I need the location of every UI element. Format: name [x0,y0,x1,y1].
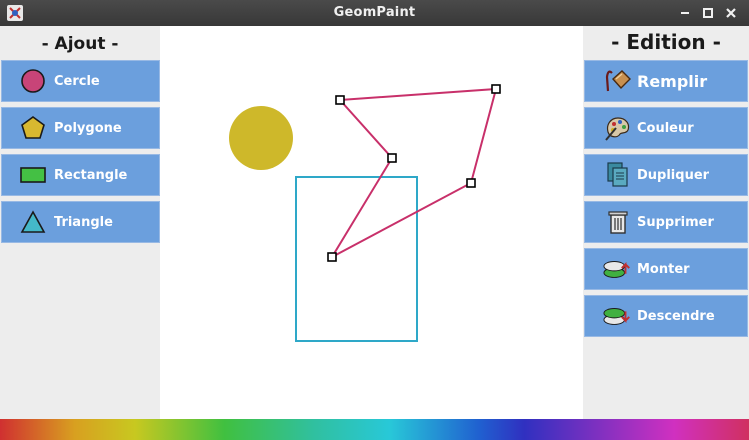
add-polygon-button[interactable]: Polygone [1,107,160,149]
send-down-button[interactable]: Descendre [584,295,748,337]
add-rectangle-button[interactable]: Rectangle [1,154,160,196]
delete-label: Supprimer [637,214,714,230]
paint-bucket-icon [603,66,633,96]
window-title: GeomPaint [333,5,416,20]
trash-icon [603,207,633,237]
title-bar: GeomPaint [0,0,749,26]
add-circle-label: Cercle [54,73,100,89]
duplicate-button[interactable]: Dupliquer [584,154,748,196]
circle-icon [18,66,48,96]
triangle-icon [18,207,48,237]
add-triangle-button[interactable]: Triangle [1,201,160,243]
edit-panel-heading: - Edition - [611,30,721,54]
selection-handle [327,252,337,262]
add-polygon-label: Polygone [54,120,122,136]
canvas-polygon[interactable] [329,87,498,260]
fill-button[interactable]: Remplir [584,60,748,102]
add-triangle-label: Triangle [54,214,113,230]
canvas-rectangle[interactable] [295,176,418,342]
rectangle-icon [18,160,48,190]
add-rectangle-label: Rectangle [54,167,128,183]
fill-label: Remplir [637,71,708,91]
maximize-icon[interactable] [699,4,717,22]
selection-handle [335,95,345,105]
palette-icon [603,113,633,143]
bring-up-button[interactable]: Monter [584,248,748,290]
color-palette-bar[interactable] [0,419,749,440]
duplicate-label: Dupliquer [637,167,710,183]
selection-handle [466,178,476,188]
duplicate-icon [603,160,633,190]
bring-up-icon [603,254,633,284]
add-panel-heading: - Ajout - [41,34,119,54]
minimize-icon[interactable] [676,4,694,22]
bring-up-label: Monter [637,261,690,277]
color-label: Couleur [637,120,694,136]
selection-handle [491,84,501,94]
send-down-label: Descendre [637,308,715,324]
drawing-canvas[interactable] [160,26,583,419]
color-button[interactable]: Couleur [584,107,748,149]
selection-handle [387,153,397,163]
add-panel: - Ajout - Cercle Polygone Rectangle Tria… [0,26,160,419]
canvas-circle[interactable] [229,106,293,170]
add-circle-button[interactable]: Cercle [1,60,160,102]
edit-panel: - Edition - Remplir Couleur Dupliquer Su… [583,26,749,419]
delete-button[interactable]: Supprimer [584,201,748,243]
close-icon[interactable] [722,4,740,22]
pentagon-icon [18,113,48,143]
send-down-icon [603,301,633,331]
